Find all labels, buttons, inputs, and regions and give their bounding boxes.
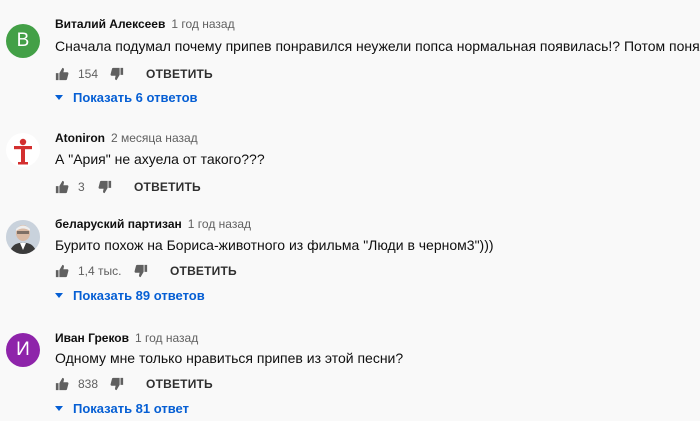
caret-down-icon — [55, 95, 63, 100]
comment-time[interactable]: 2 месяца назад — [111, 131, 198, 145]
reply-button[interactable]: ОТВЕТИТЬ — [146, 67, 213, 81]
comment-time[interactable]: 1 год назад — [135, 331, 198, 345]
aria-logo-icon — [14, 138, 32, 165]
comment-text: Одному мне только нравиться припев из эт… — [55, 350, 404, 366]
comment-author[interactable]: Виталий Алексеев — [55, 17, 165, 31]
like-icon[interactable] — [55, 264, 69, 278]
avatar-letter: В — [16, 30, 30, 51]
like-count: 3 — [78, 180, 85, 194]
reply-button[interactable]: ОТВЕТИТЬ — [146, 377, 213, 391]
reply-button[interactable]: ОТВЕТИТЬ — [134, 180, 201, 194]
avatar[interactable] — [6, 220, 40, 254]
show-replies-button[interactable]: Показать 89 ответов — [55, 288, 205, 303]
like-count: 838 — [78, 377, 99, 391]
show-replies-button[interactable]: Показать 6 ответов — [55, 90, 198, 105]
caret-down-icon — [55, 293, 63, 298]
avatar[interactable]: В — [6, 24, 40, 58]
reply-button[interactable]: ОТВЕТИТЬ — [170, 264, 237, 278]
show-replies-button[interactable]: Показать 81 ответ — [55, 401, 189, 416]
comment-text: Сначала подумал почему припев понравился… — [55, 38, 700, 54]
dislike-icon[interactable] — [110, 377, 124, 391]
dislike-icon[interactable] — [98, 180, 112, 194]
like-icon[interactable] — [55, 67, 69, 81]
show-replies-label: Показать 6 ответов — [73, 90, 198, 105]
like-count: 1,4 тыс. — [78, 264, 122, 278]
dislike-icon[interactable] — [134, 264, 148, 278]
comment-text: А "Ария" не ахуела от такого??? — [55, 151, 265, 167]
comment-author[interactable]: Иван Греков — [55, 331, 129, 345]
avatar[interactable] — [6, 133, 40, 167]
dislike-icon[interactable] — [110, 67, 124, 81]
show-replies-label: Показать 89 ответов — [73, 288, 205, 303]
comment-text: Бурито похож на Бориса-животного из филь… — [55, 237, 494, 253]
user-photo-icon — [6, 220, 40, 254]
comment-time[interactable]: 1 год назад — [171, 17, 234, 31]
like-icon[interactable] — [55, 180, 69, 194]
avatar[interactable]: И — [6, 333, 40, 367]
like-count: 154 — [78, 67, 99, 81]
comment-author[interactable]: беларуский партизан — [55, 217, 182, 231]
like-icon[interactable] — [55, 377, 69, 391]
show-replies-label: Показать 81 ответ — [73, 401, 189, 416]
comment-time[interactable]: 1 год назад — [188, 217, 251, 231]
caret-down-icon — [55, 406, 63, 411]
comment-author[interactable]: Atoniron — [55, 131, 105, 145]
avatar-letter: И — [16, 339, 30, 360]
